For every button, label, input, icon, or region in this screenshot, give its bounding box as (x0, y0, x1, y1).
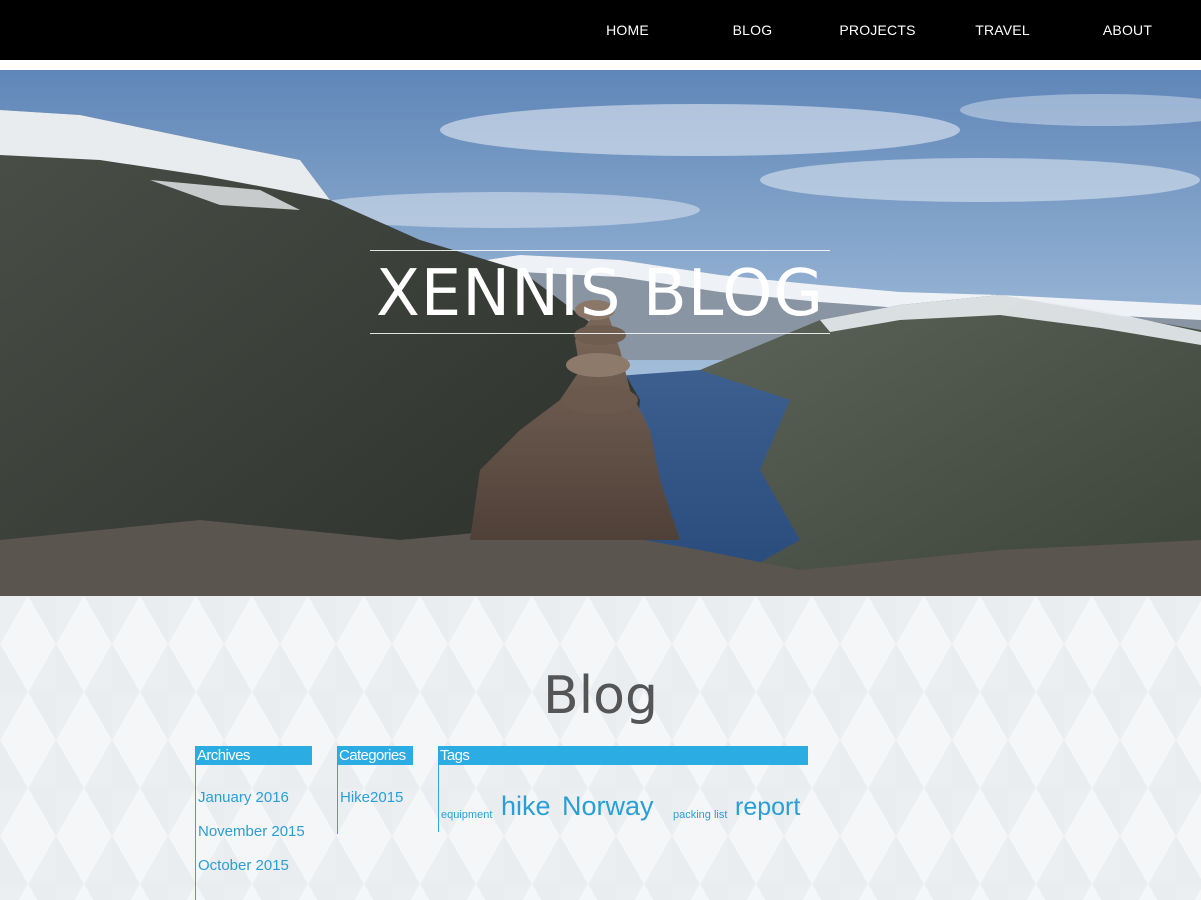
archive-link-january-2016[interactable]: January 2016 (198, 789, 289, 806)
tag-norway[interactable]: Norway (562, 791, 654, 822)
nav-projects[interactable]: PROJECTS (815, 0, 940, 60)
category-link-hike2015[interactable]: Hike2015 (340, 789, 403, 806)
nav-about[interactable]: ABOUT (1065, 0, 1190, 60)
hero-banner: XENNIS BLOG (0, 70, 1201, 596)
top-navigation: HOME BLOG PROJECTS TRAVEL ABOUT (0, 0, 1201, 60)
nav-blog[interactable]: BLOG (690, 0, 815, 60)
tag-report[interactable]: report (735, 793, 800, 822)
page-heading: Blog (543, 666, 658, 726)
tags-widget: Tags equipment hike Norway packing list … (438, 746, 808, 832)
nav-divider (0, 60, 1201, 70)
archives-title: Archives (196, 746, 312, 765)
nav-home[interactable]: HOME (565, 0, 690, 60)
tag-packing-list[interactable]: packing list (673, 809, 727, 821)
categories-widget: Categories Hike2015 (337, 746, 413, 834)
tag-hike[interactable]: hike (501, 791, 551, 822)
archive-link-november-2015[interactable]: November 2015 (198, 823, 305, 840)
site-title-frame: XENNIS BLOG (370, 250, 830, 334)
tag-equipment[interactable]: equipment (441, 809, 492, 821)
archives-widget: Archives January 2016 November 2015 Octo… (195, 746, 312, 900)
nav-travel[interactable]: TRAVEL (940, 0, 1065, 60)
tags-title: Tags (439, 746, 808, 765)
categories-title: Categories (338, 746, 413, 765)
site-title: XENNIS BLOG (375, 257, 825, 331)
archive-link-october-2015[interactable]: October 2015 (198, 857, 289, 874)
